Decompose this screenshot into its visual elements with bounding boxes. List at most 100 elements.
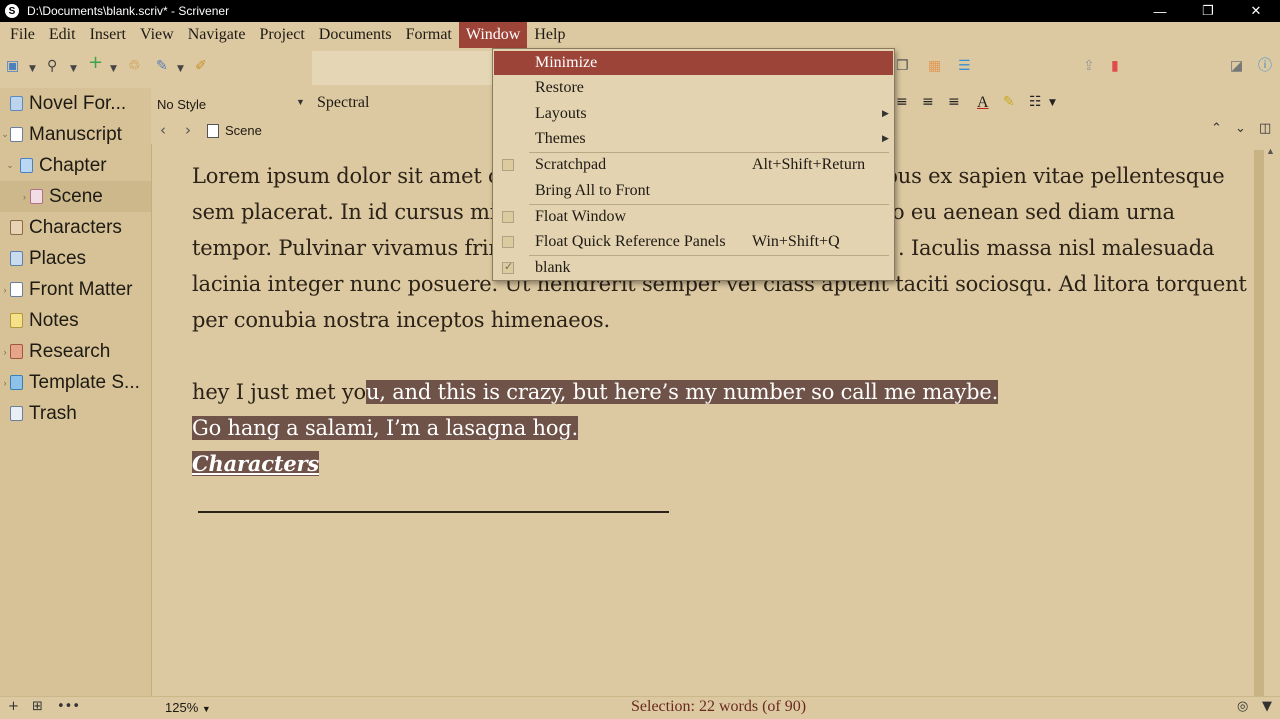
chevron-down-icon[interactable]: ▼ <box>296 97 305 107</box>
zoom-select[interactable]: 125% ▼ <box>165 700 211 715</box>
inspector-toggle-icon[interactable]: ◪ <box>1230 58 1243 74</box>
toolbar-search-field[interactable] <box>312 51 494 85</box>
chevron-down-icon[interactable]: ⌄ <box>0 160 20 171</box>
scrollbar-thumb[interactable] <box>1254 150 1264 696</box>
chevron-down-icon[interactable]: ▼ <box>1049 98 1056 108</box>
checkmark-icon <box>502 260 514 274</box>
menu-item-label: Scratchpad <box>535 156 607 173</box>
chevron-right-icon[interactable]: › <box>0 378 10 388</box>
forward-icon[interactable]: › <box>185 121 191 139</box>
menu-item-restore[interactable]: Restore <box>494 76 893 100</box>
align-right-icon[interactable]: ≡ <box>948 94 960 110</box>
notes-icon <box>10 313 23 328</box>
text-color-icon[interactable]: A <box>977 94 989 112</box>
binder-item-characters[interactable]: Characters <box>0 212 151 243</box>
binder-item-manuscript[interactable]: ⌄ Manuscript <box>0 119 151 150</box>
menu-documents[interactable]: Documents <box>312 22 399 48</box>
binder-item-notes[interactable]: Notes <box>0 305 151 336</box>
edit-note-icon[interactable]: ✐ <box>195 58 207 74</box>
align-center-icon[interactable]: ≡ <box>922 94 934 110</box>
menu-file[interactable]: File <box>3 22 42 48</box>
binder-item-front-matter[interactable]: › Front Matter <box>0 274 151 305</box>
menu-edit[interactable]: Edit <box>42 22 83 48</box>
text-fragment: sem placerat. In id cursus mi <box>192 200 497 224</box>
minimize-window-button[interactable]: — <box>1136 0 1184 22</box>
submenu-arrow-icon: ▶ <box>882 134 889 144</box>
characters-link[interactable]: Characters <box>192 451 319 476</box>
menu-item-float-window[interactable]: Float Window <box>494 205 893 229</box>
list-icon[interactable]: ☷ <box>1029 94 1042 110</box>
text-fragment: o eu aenean sed diam urna <box>892 200 1175 224</box>
binder-item-label: Scene <box>49 185 103 207</box>
binder-item-label: Places <box>29 247 87 269</box>
binder-item-trash[interactable]: Trash <box>0 398 151 429</box>
back-icon[interactable]: ‹ <box>160 121 166 139</box>
menu-item-layouts[interactable]: Layouts ▶ <box>494 102 893 126</box>
binder-item-label: Characters <box>29 216 122 238</box>
bookmark-icon[interactable]: ▮ <box>1111 58 1119 74</box>
outline-icon[interactable]: ☰ <box>958 58 971 74</box>
binder-sidebar: Novel For... ⌄ Manuscript ⌄ Chapter › Sc… <box>0 88 151 696</box>
chevron-right-icon[interactable]: › <box>0 192 30 202</box>
menu-navigate[interactable]: Navigate <box>181 22 253 48</box>
corkboard-icon[interactable]: ▦ <box>928 58 941 74</box>
binder-item-label: Chapter <box>39 154 107 176</box>
font-select[interactable]: Spectral <box>317 94 369 112</box>
scroll-down-icon[interactable]: ▼ <box>1262 699 1272 714</box>
chevron-down-icon[interactable]: ⌄ <box>1235 121 1246 136</box>
trash-toolbar-icon[interactable]: ♲ <box>128 58 141 74</box>
style-select[interactable]: No Style <box>157 97 307 112</box>
target-icon[interactable]: ◎ <box>1237 699 1248 714</box>
menu-help[interactable]: Help <box>527 22 572 48</box>
binder-item-label: Research <box>29 340 111 362</box>
chevron-down-icon[interactable]: ▼ <box>70 61 77 77</box>
chevron-right-icon[interactable]: › <box>0 347 10 357</box>
menu-item-blank-window[interactable]: blank <box>494 256 893 280</box>
add-icon[interactable]: + <box>88 54 103 72</box>
chevron-up-icon[interactable]: ⌃ <box>1211 121 1222 136</box>
binder-item-places[interactable]: Places <box>0 243 151 274</box>
menu-item-label: blank <box>535 259 571 276</box>
add-icon[interactable]: + <box>8 699 19 714</box>
binder-toggle-icon[interactable]: ▣ <box>6 58 19 74</box>
align-left-icon[interactable]: ≡ <box>896 94 908 110</box>
menu-format[interactable]: Format <box>399 22 459 48</box>
add-folder-icon[interactable]: ⊞ <box>32 699 43 714</box>
binder-item-chapter[interactable]: ⌄ Chapter <box>0 150 151 181</box>
highlight-icon[interactable]: ✎ <box>1003 94 1015 110</box>
scroll-up-icon[interactable]: ▲ <box>1266 146 1275 156</box>
menu-item-bring-all-to-front[interactable]: Bring All to Front <box>494 179 893 203</box>
menu-item-float-quick-reference-panels[interactable]: Float Quick Reference Panels Win+Shift+Q <box>494 230 893 254</box>
menu-view[interactable]: View <box>133 22 181 48</box>
text-fragment: ibus ex sapien vitae pellentesque <box>878 164 1225 188</box>
split-view-icon[interactable]: ◫ <box>1259 121 1271 136</box>
binder-item-scene[interactable]: › Scene <box>0 181 151 212</box>
binder-item-label: Notes <box>29 309 79 331</box>
menu-item-scratchpad[interactable]: Scratchpad Alt+Shift+Return <box>494 153 893 177</box>
menu-item-minimize[interactable]: Minimize <box>494 51 893 75</box>
copy-icon[interactable]: ❐ <box>896 58 909 74</box>
chevron-down-icon[interactable]: ▼ <box>177 61 184 77</box>
chevron-down-icon[interactable]: ▼ <box>110 61 117 77</box>
menu-insert[interactable]: Insert <box>83 22 133 48</box>
share-icon[interactable]: ⇪ <box>1083 58 1095 74</box>
close-window-button[interactable]: ✕ <box>1232 0 1280 22</box>
more-icon[interactable]: ••• <box>57 699 80 714</box>
menu-item-themes[interactable]: Themes ▶ <box>494 127 893 151</box>
search-icon[interactable]: ⚲ <box>47 58 57 74</box>
menu-window[interactable]: Window <box>458 22 528 48</box>
binder-item-novel-format[interactable]: Novel For... <box>0 88 151 119</box>
binder-item-template-sheets[interactable]: › Template S... <box>0 367 151 398</box>
chevron-right-icon[interactable]: › <box>0 285 10 295</box>
binder-item-research[interactable]: › Research <box>0 336 151 367</box>
chevron-down-icon[interactable]: ▼ <box>29 61 36 77</box>
selected-text: u, and this is crazy, but here’s my numb… <box>365 380 999 404</box>
info-icon[interactable]: ⓘ <box>1258 58 1272 74</box>
binder-item-label: Manuscript <box>29 123 122 145</box>
chevron-down-icon[interactable]: ⌄ <box>0 129 10 140</box>
menu-project[interactable]: Project <box>252 22 311 48</box>
text-fragment: . Iaculis massa nisl malesuada <box>898 236 1215 260</box>
document-title: Scene <box>225 123 262 138</box>
restore-window-button[interactable]: ❐ <box>1184 0 1232 22</box>
paperclip-icon[interactable]: ✎ <box>156 58 168 74</box>
